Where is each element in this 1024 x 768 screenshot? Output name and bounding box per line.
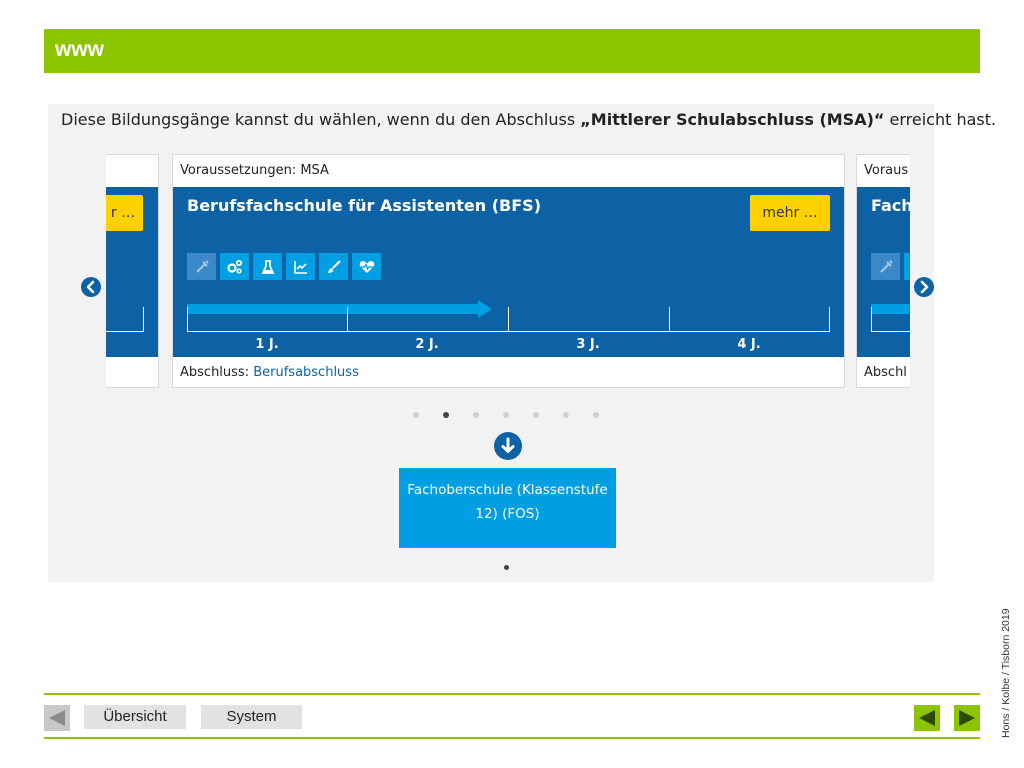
card-degree: Abschluss: Berufsabschluss (180, 365, 359, 380)
brush-icon (319, 253, 348, 280)
timeline-tick (871, 307, 872, 331)
field-icons (187, 253, 381, 280)
carousel-dot[interactable] (533, 412, 539, 418)
triangle-right-icon (959, 710, 975, 726)
year-label: 1 J. (255, 337, 279, 352)
timeline-tick (508, 307, 509, 331)
chevron-left-icon (86, 280, 95, 294)
card-requirements: Voraus (864, 163, 909, 178)
year-label: 2 J. (415, 337, 439, 352)
carousel-dot[interactable] (413, 412, 419, 418)
carousel-next-button[interactable] (914, 277, 934, 297)
program-card-previous[interactable]: r … (106, 154, 159, 388)
more-button[interactable]: r … (106, 195, 143, 231)
system-button[interactable]: System (201, 705, 302, 729)
timeline-tick (347, 307, 348, 331)
card-title: Berufsfachschule für Assistenten (BFS) (187, 196, 542, 215)
chevron-right-icon (920, 280, 929, 294)
prev-slide-button[interactable] (914, 705, 940, 731)
degree-label: Abschluss: (180, 365, 254, 380)
carousel-dot[interactable] (593, 412, 599, 418)
credit-text: Hons / Kolbe / Tisborn 2019 (1000, 608, 1012, 738)
gears-icon (904, 253, 910, 280)
back-button[interactable] (44, 705, 70, 731)
program-card-next[interactable]: Voraus Fach Abschl (856, 154, 910, 388)
card-degree: Abschl (864, 365, 907, 380)
program-carousel: r … Voraussetzungen: MSA Berufsfachschul… (106, 154, 910, 390)
syringe-icon (871, 253, 900, 280)
degree-link[interactable]: Berufsabschluss (253, 365, 359, 380)
timeline-axis (187, 307, 830, 332)
year-label: 3 J. (576, 337, 600, 352)
card-title: Fach (871, 196, 910, 215)
timeline-tick (187, 307, 188, 331)
overview-button[interactable]: Übersicht (84, 705, 186, 729)
heartbeat-icon (352, 253, 381, 280)
more-button[interactable]: mehr … (750, 195, 830, 231)
intro-highlight: „Mittlerer Schulabschluss (MSA)“ (580, 110, 885, 129)
content-panel: Diese Bildungsgänge kannst du wählen, we… (48, 104, 996, 582)
timeline-tick (829, 307, 830, 331)
timeline-axis (871, 307, 910, 332)
intro-prefix: Diese Bildungsgänge kannst du wählen, we… (61, 110, 581, 129)
carousel-dot-active[interactable] (443, 412, 449, 418)
carousel-dot[interactable] (563, 412, 569, 418)
footer-divider-bottom (44, 737, 980, 739)
triangle-left-icon (49, 710, 65, 726)
card-body: r … (106, 187, 158, 357)
carousel-prev-button[interactable] (81, 277, 101, 297)
program-card-bfs[interactable]: Voraussetzungen: MSA Berufsfachschule fü… (172, 154, 845, 388)
next-program-dot[interactable] (504, 565, 509, 570)
triangle-left-icon (919, 710, 935, 726)
carousel-dot[interactable] (503, 412, 509, 418)
syringe-icon (187, 253, 216, 280)
card-body: Fach (857, 187, 910, 357)
timeline-tick (669, 307, 670, 331)
card-body: Berufsfachschule für Assistenten (BFS) m… (173, 187, 844, 357)
timeline-tick (143, 307, 144, 331)
next-slide-button[interactable] (954, 705, 980, 731)
card-requirements: Voraussetzungen: MSA (180, 163, 329, 178)
next-program-fos[interactable]: Fachoberschule (Klassenstufe 12) (FOS) (399, 468, 616, 548)
header-bar: www (44, 29, 980, 73)
field-icons (871, 253, 910, 280)
arrow-down-icon (494, 432, 522, 460)
intro-text: Diese Bildungsgänge kannst du wählen, we… (61, 110, 996, 129)
timeline-axis (106, 307, 144, 332)
flask-icon (253, 253, 282, 280)
footer-divider-top (44, 693, 980, 695)
chart-icon (286, 253, 315, 280)
gears-icon (220, 253, 249, 280)
carousel-dot[interactable] (473, 412, 479, 418)
intro-suffix: erreicht hast. (884, 110, 997, 129)
year-label: 4 J. (737, 337, 761, 352)
header-title: www (55, 38, 105, 61)
carousel-pagination (413, 412, 599, 418)
